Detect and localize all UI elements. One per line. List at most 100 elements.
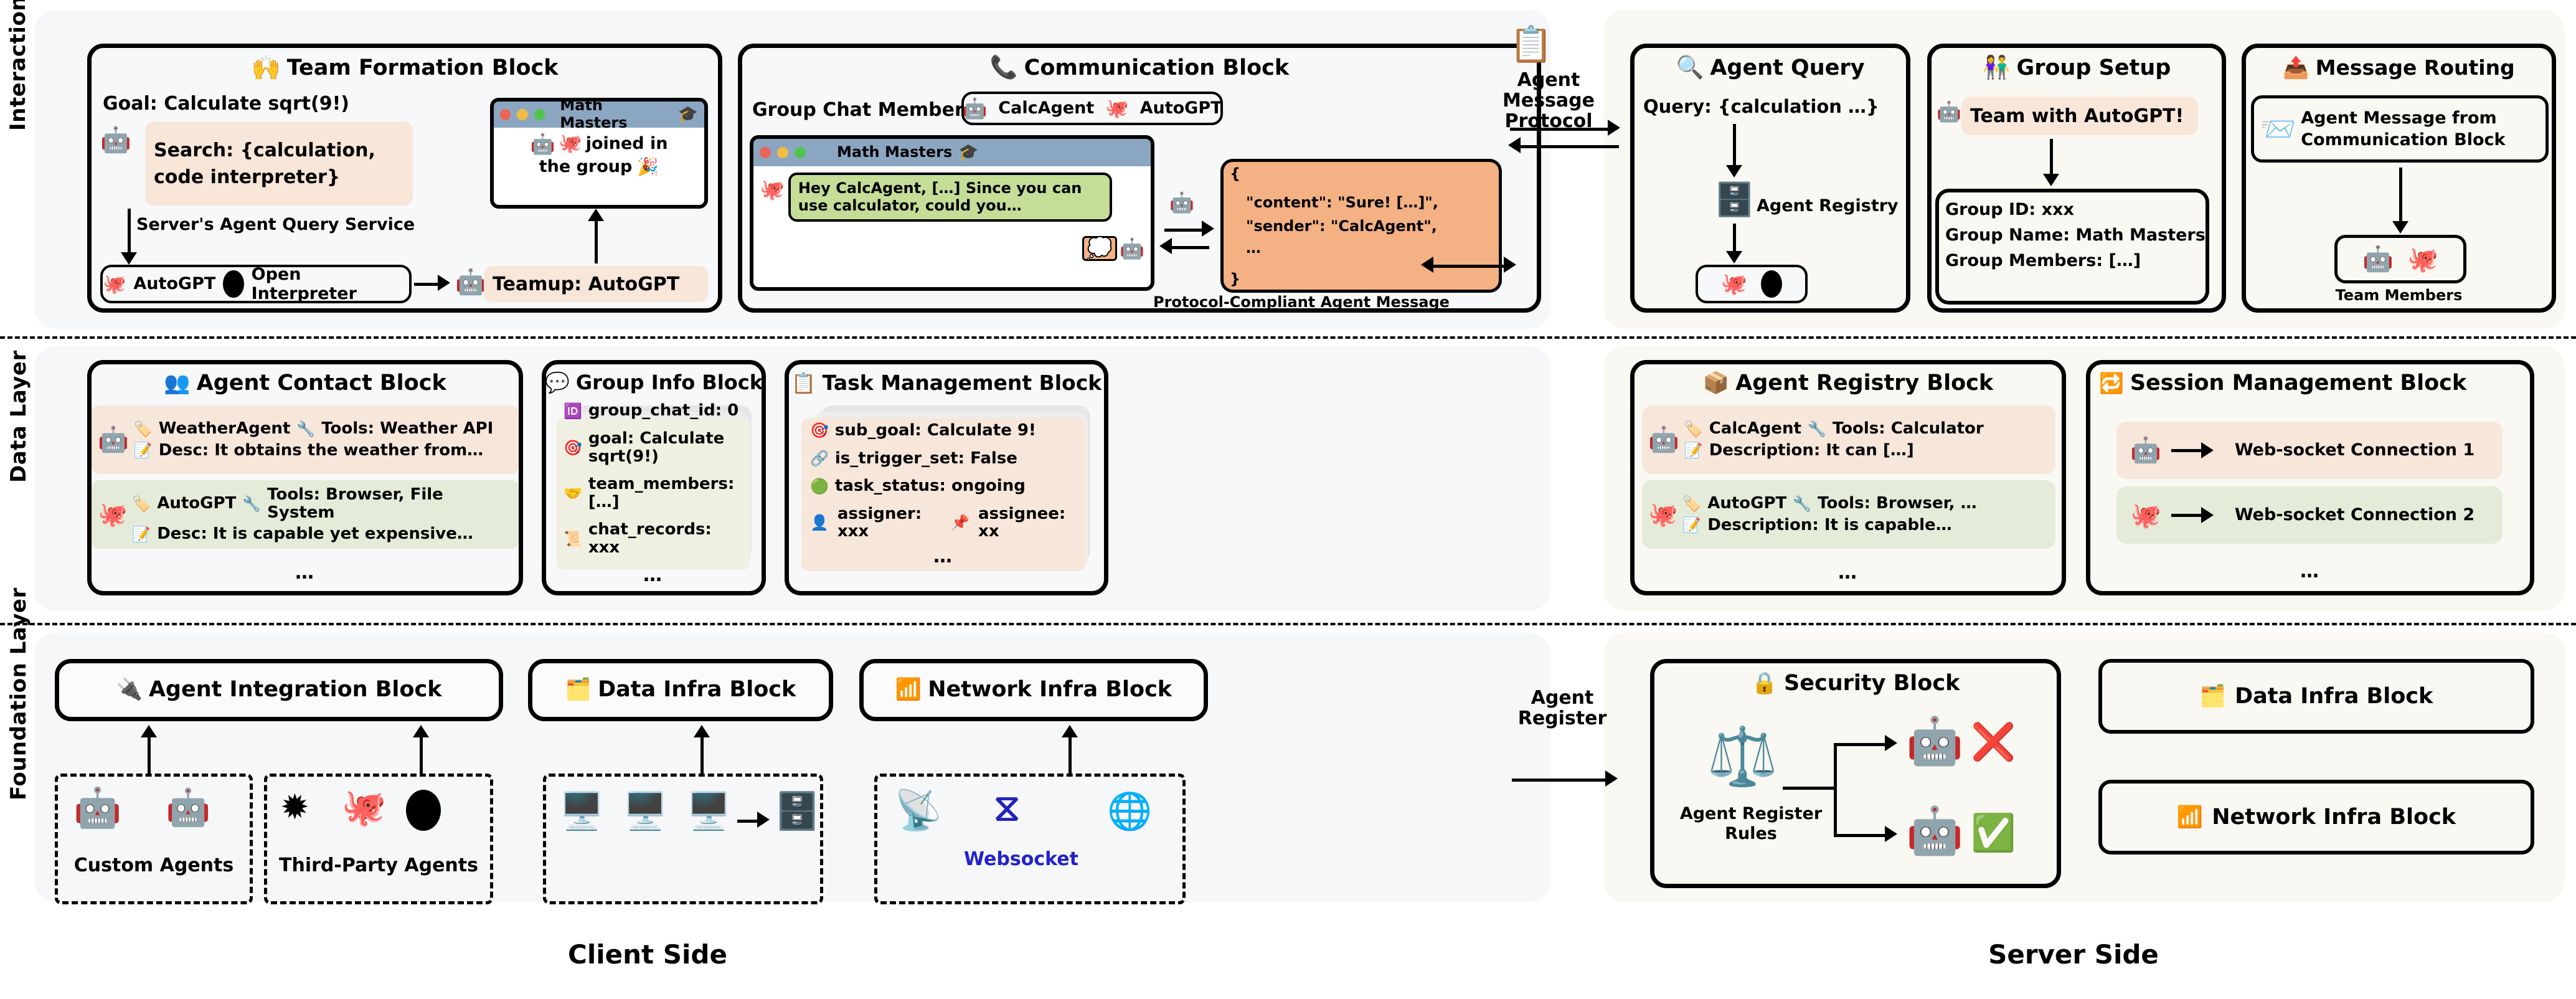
security-branch-vertical	[1834, 743, 1837, 836]
session-row-1[interactable]: 🐙 Web-socket Connection 2	[2116, 486, 2503, 544]
agent-registry-row-1[interactable]: 🐙 🏷️ AutoGPT 🔧 Tools: Browser, … 📝 Descr…	[1642, 480, 2055, 549]
agent-register-line-2: Register	[1517, 708, 1607, 729]
server-network-infra-title: Network Infra Block	[2212, 805, 2456, 830]
bar-chart-icon: 📶	[895, 677, 922, 702]
agent-integration-block[interactable]: 🔌 Agent Integration Block	[55, 659, 503, 721]
third-party-agents-caption: Third-Party Agents	[279, 855, 478, 876]
layer-separator-2	[0, 623, 2576, 625]
message-routing-title-row: 📤 Message Routing	[2246, 55, 2552, 80]
chat-window-body: 🤖 🐙 joined in the group 🎉	[494, 128, 704, 181]
member-2: AutoGPT	[1139, 98, 1222, 118]
label-tag-icon-2: 🏷️	[132, 495, 151, 513]
arrow-protocol-right	[1510, 128, 1610, 131]
robot-antenna-icon: 🤖	[98, 425, 129, 454]
task-management-block[interactable]: 📋 Task Management Block 🎯 sub_goal: Calc…	[785, 360, 1108, 595]
database-icon: 🗄️	[1714, 181, 1755, 219]
agent-query-block[interactable]: 🔍 Agent Query Query: {calculation …} 🗄️ …	[1630, 44, 1910, 313]
security-block[interactable]: 🔒 Security Block ⚖️ Agent Register Rules…	[1650, 659, 2061, 888]
arrow-query-to-registry	[1733, 124, 1736, 169]
group-field-2: Group Members: […]	[1945, 251, 2141, 271]
label-tag-icon-3: 🏷️	[1684, 420, 1703, 438]
agent-query-result-pill[interactable]: 🐙	[1696, 265, 1808, 303]
graduation-cap-icon-2: 🎓	[958, 143, 979, 162]
agent-query-title: Agent Query	[1710, 55, 1865, 80]
agent-register-rules-caption: Agent Register Rules	[1673, 804, 1829, 845]
agent-query-query-text: Query: {calculation …}	[1643, 96, 1879, 117]
agent-contact-block[interactable]: 👥 Agent Contact Block 🤖 🏷️ WeatherAgent …	[87, 360, 523, 595]
arrow-query-to-registry-head	[1726, 165, 1742, 178]
team-formation-chat-window[interactable]: Math Masters 🎓 🤖 🐙 joined in the group 🎉	[490, 98, 708, 209]
robot-headset-icon-8: 🤖	[2362, 245, 2394, 273]
group-info-field-2: 🤝 team_members: […]	[564, 475, 743, 511]
agent-contact-title-row: 👥 Agent Contact Block	[92, 371, 519, 395]
rules-caption-line-1: Agent Register	[1679, 804, 1823, 823]
protocol-message-box: { "content": "Sure! […]", "sender": "Cal…	[1220, 159, 1502, 293]
message-routing-block[interactable]: 📤 Message Routing 📨 Agent Message from C…	[2242, 44, 2556, 313]
robot-headset-icon-7: 🤖	[1937, 100, 1961, 123]
arrow-json-to-chat-head	[1159, 238, 1172, 254]
group-setup-title: Group Setup	[2016, 55, 2171, 80]
wrench-icon-2: 🔧	[242, 495, 262, 513]
search-line-2: code interpreter}	[154, 166, 341, 188]
contact-1-desc-line: 📝 Desc: It is capable yet expensive…	[132, 525, 512, 543]
registry-1-tools: Tools: Browser, …	[1818, 494, 1977, 513]
task-more: …	[933, 545, 953, 567]
group-info-block[interactable]: 💬 Group Info Block 🆔 group_chat_id: 0 🎯 …	[542, 360, 766, 595]
session-row-0[interactable]: 🤖 Web-socket Connection 1	[2116, 422, 2503, 479]
network-infra-title-row: 📶 Network Infra Block	[864, 677, 1204, 702]
repeat-icon: 🔁	[2099, 371, 2124, 395]
cross-mark-icon: ❌	[1971, 721, 2016, 763]
group-info-fields: 🆔 group_chat_id: 0 🎯 goal: Calculate sqr…	[556, 402, 750, 586]
json-line-2: "sender": "CalcAgent",	[1246, 217, 1437, 235]
task-fields: 🎯 sub_goal: Calculate 9! 🔗 is_trigger_se…	[801, 418, 1085, 571]
agent-contact-title: Agent Contact Block	[196, 371, 446, 395]
message-routing-title: Message Routing	[2315, 55, 2515, 80]
team-formation-block[interactable]: 🙌 Team Formation Block Goal: Calculate s…	[87, 44, 722, 313]
team-formation-title: Team Formation Block	[286, 55, 559, 80]
arrow-agent-register	[1512, 779, 1606, 782]
arrow-json-to-chat	[1171, 246, 1209, 249]
evil-robot-icon: 🤖	[1906, 714, 1964, 768]
group-field-0: Group ID: xxx	[1945, 200, 2074, 219]
openai-logo-icon: ✹	[280, 787, 309, 828]
arrow-network-infra-up-head	[1062, 725, 1078, 737]
autogpt-octopus-icon-3: 🐙	[1105, 97, 1129, 120]
server-network-infra-stub[interactable]: 📶 Network Infra Block	[2098, 780, 2534, 855]
card-index-dividers-icon: 🗂️	[565, 677, 592, 702]
id-icon: 🆔	[564, 402, 582, 420]
layer-label-foundation: Foundation Layer	[6, 587, 31, 800]
agent-registry-block[interactable]: 📦 Agent Registry Block 🤖 🏷️ CalcAgent 🔧 …	[1630, 360, 2066, 595]
group-setup-prompt-bubble: Team with AutoGPT!	[1961, 97, 2198, 135]
agent-contact-row-1[interactable]: 🐙 🏷️ AutoGPT 🔧 Tools: Browser, File Syst…	[92, 480, 519, 549]
query-result-pill[interactable]: 🐙 AutoGPT Open Interpreter	[100, 265, 412, 303]
network-infra-block[interactable]: 📶 Network Infra Block	[859, 659, 1208, 721]
autogpt-octopus-icon-7: 🐙	[98, 500, 128, 528]
team-formation-title-row: 🙌 Team Formation Block	[92, 55, 718, 80]
arrow-chat-to-json	[1164, 229, 1203, 232]
group-setup-block[interactable]: 👫 Group Setup 🤖 Team with AutoGPT! Group…	[1927, 44, 2226, 313]
server-data-infra-stub[interactable]: 🗂️ Data Infra Block	[2098, 659, 2534, 734]
data-infra-block[interactable]: 🗂️ Data Infra Block	[528, 659, 833, 721]
registry-1-desc-line: 📝 Description: It is capable…	[1682, 516, 1976, 534]
group-info-field-3-text: chat_records: xxx	[588, 520, 712, 557]
search-bubble: Search: {calculation, code interpreter}	[145, 121, 413, 206]
agent-registry-label: Agent Registry	[1757, 196, 1899, 215]
task-field-1: 🔗 is_trigger_set: False	[810, 450, 1017, 468]
agent-registry-row-0[interactable]: 🤖 🏷️ CalcAgent 🔧 Tools: Calculator 📝 Des…	[1642, 405, 2055, 474]
arrow-data-infra-up	[701, 735, 704, 774]
contact-1-tools-line: 🏷️ AutoGPT 🔧 Tools: Browser, File System	[132, 486, 512, 521]
chat-title-bar: Math Masters 🎓	[494, 102, 704, 131]
session-management-block[interactable]: 🔁 Session Management Block 🤖 Web-socket …	[2086, 360, 2534, 595]
session-management-title-row: 🔁 Session Management Block	[2099, 371, 2530, 395]
arrow-servers-to-db-head	[757, 812, 770, 828]
window-dot-red-2	[760, 147, 771, 158]
arrow-protocol-left	[1519, 145, 1619, 148]
busts-in-silhouette-icon: 👥	[164, 371, 191, 395]
autogpt-octopus-icon-6: 🐙	[2407, 245, 2438, 274]
green-circle-icon: 🟢	[810, 477, 829, 495]
group-chat-members-pill[interactable]: 🤖 CalcAgent 🐙 AutoGPT	[961, 92, 1223, 125]
link-icon: 🔗	[810, 449, 829, 467]
communication-chat-window[interactable]: Math Masters 🎓 🐙 Hey CalcAgent, […] Sinc…	[750, 135, 1154, 291]
agent-contact-row-0[interactable]: 🤖 🏷️ WeatherAgent 🔧 Tools: Weather API 📝…	[92, 405, 519, 474]
security-title-row: 🔒 Security Block	[1654, 671, 2057, 696]
